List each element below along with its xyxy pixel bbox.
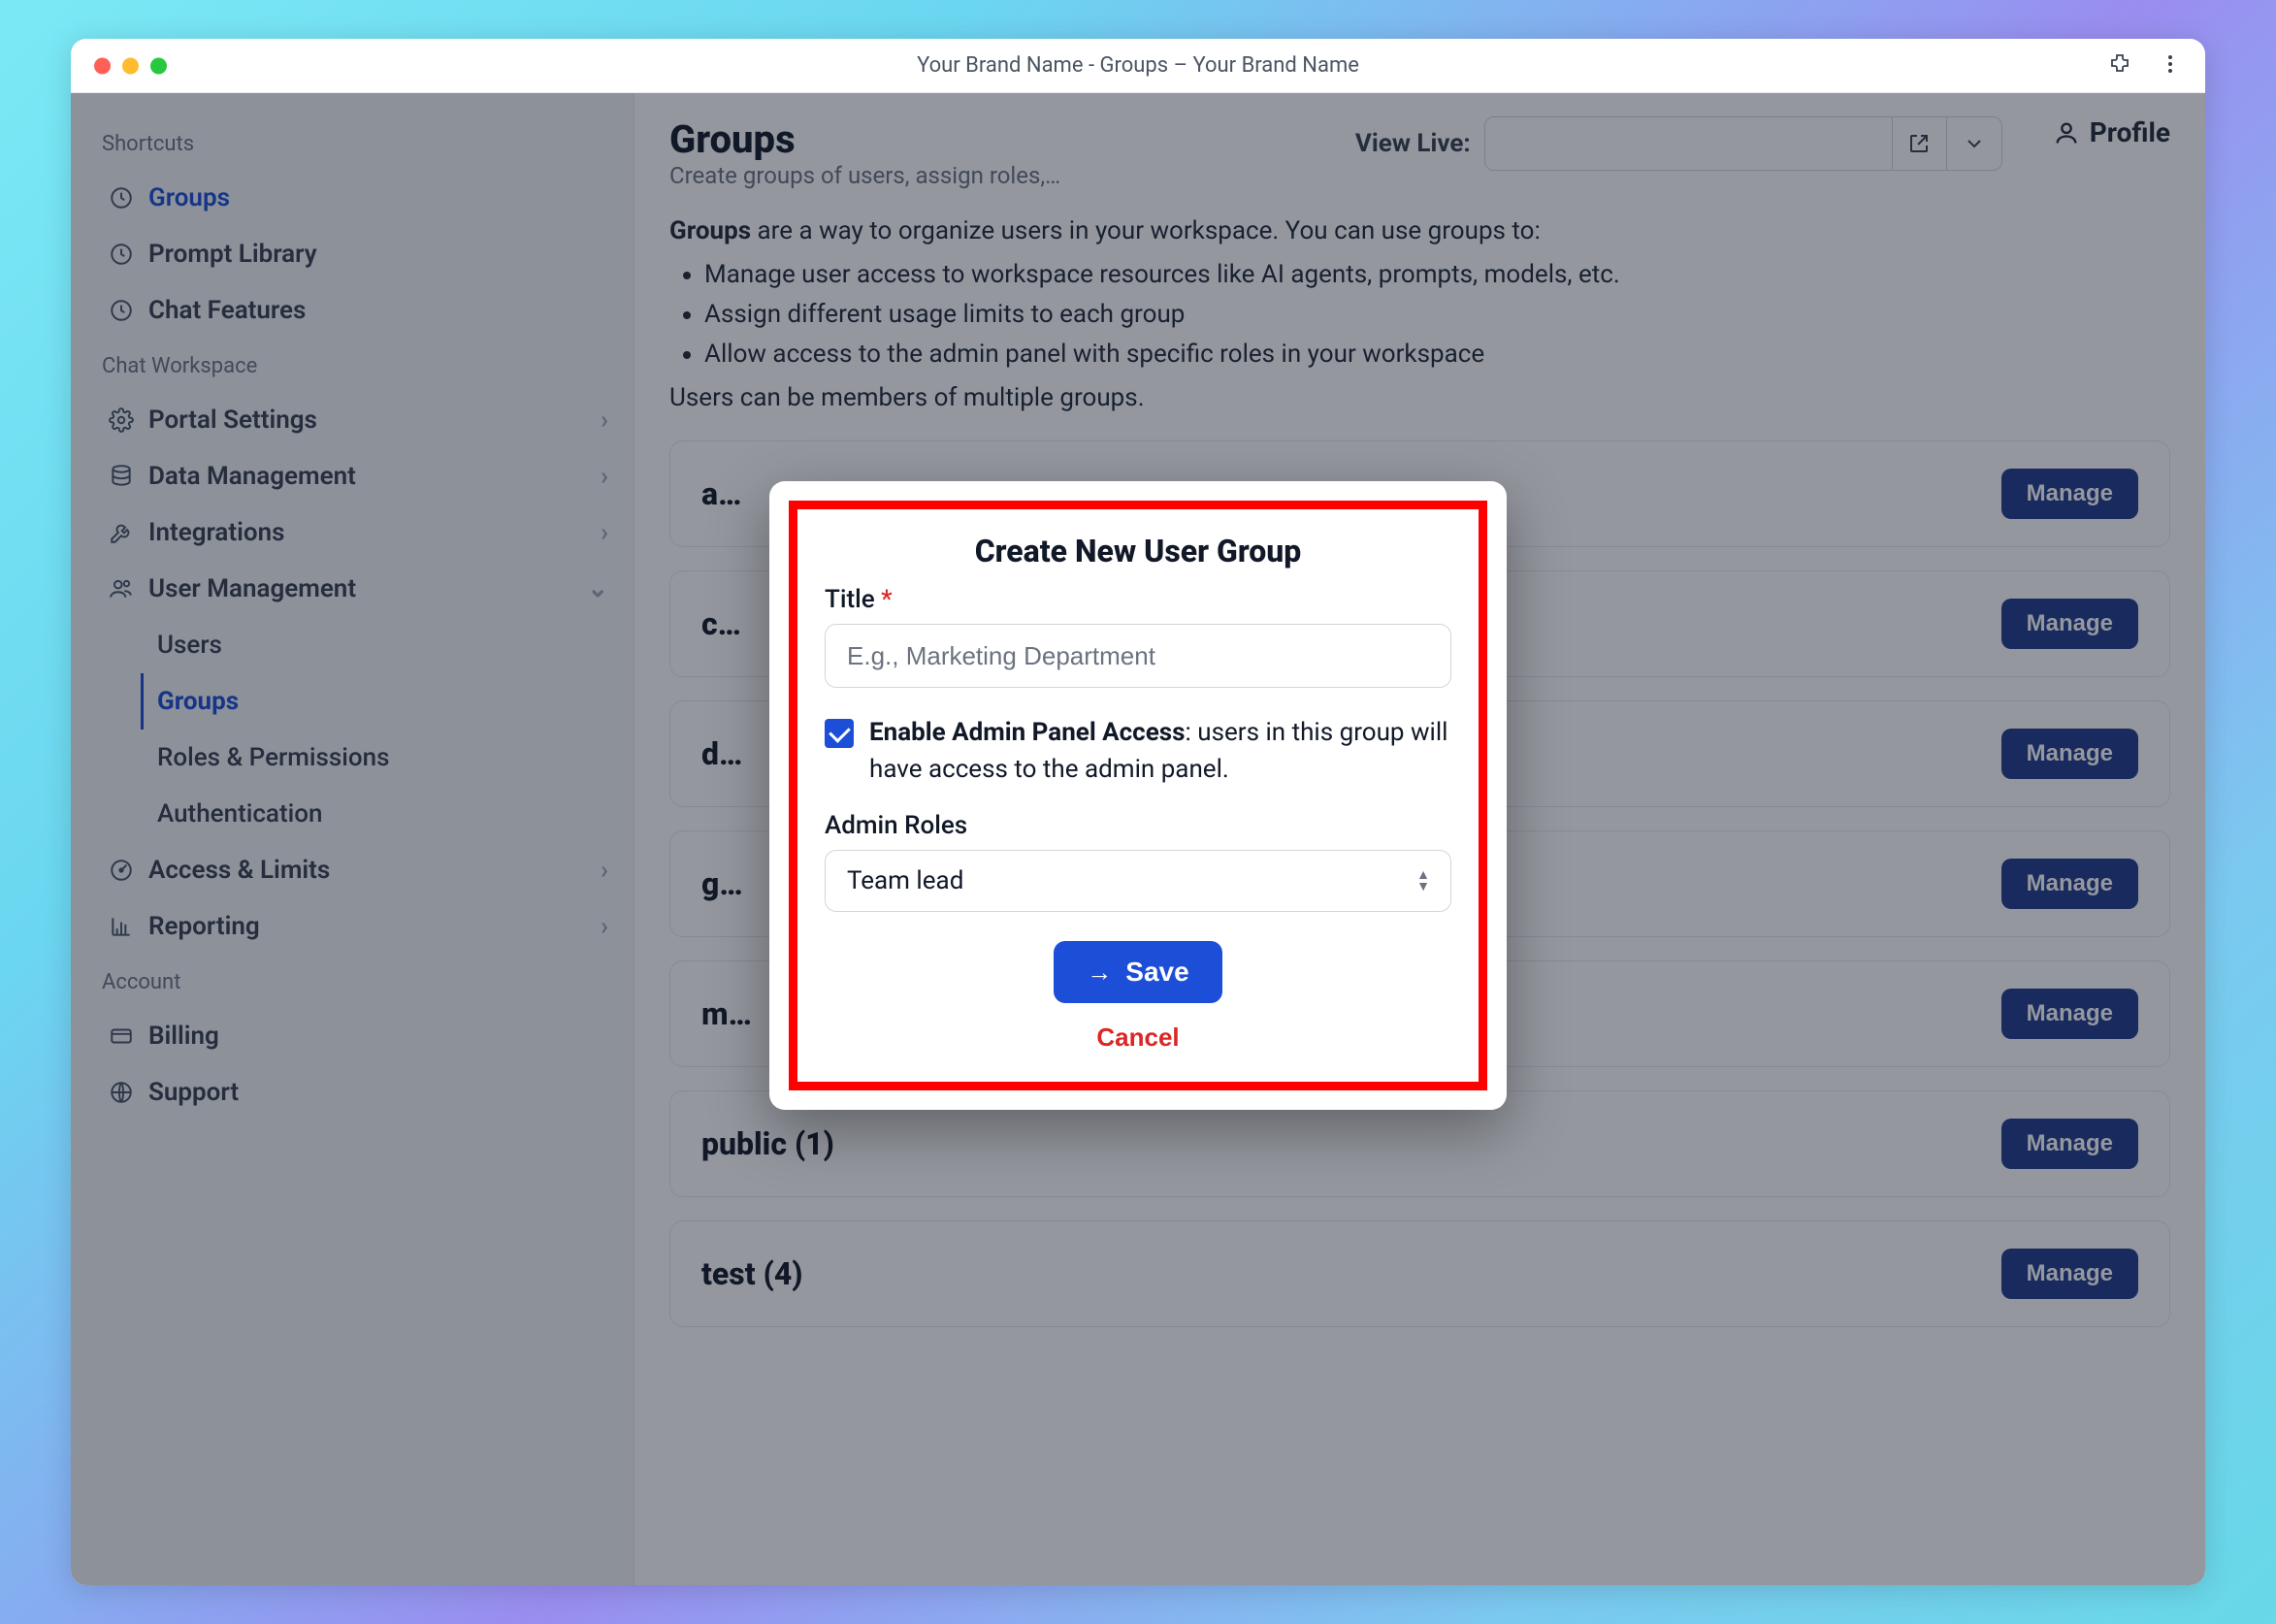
- titlebar-actions: [2108, 52, 2182, 80]
- titlebar: Your Brand Name - Groups – Your Brand Na…: [71, 39, 2205, 93]
- admin-roles-select[interactable]: Team lead: [825, 850, 1451, 912]
- extensions-icon[interactable]: [2108, 52, 2131, 80]
- select-caret-icon: ▲▼: [1416, 870, 1430, 892]
- modal-title: Create New User Group: [825, 533, 1451, 569]
- arrow-right-icon: →: [1087, 958, 1112, 988]
- group-title-input[interactable]: [825, 624, 1451, 688]
- title-field-label: Title *: [825, 585, 1451, 614]
- admin-roles-label: Admin Roles: [825, 811, 1451, 840]
- window-title: Your Brand Name - Groups – Your Brand Na…: [90, 53, 2186, 78]
- admin-access-checkbox[interactable]: [825, 719, 854, 748]
- maximize-window-icon[interactable]: [150, 57, 167, 74]
- admin-access-description: Enable Admin Panel Access: users in this…: [869, 715, 1451, 788]
- traffic-lights: [94, 57, 167, 74]
- save-button[interactable]: → Save: [1054, 941, 1221, 1003]
- admin-roles-value: Team lead: [847, 866, 963, 895]
- cancel-button[interactable]: Cancel: [1096, 1023, 1179, 1053]
- more-vert-icon[interactable]: [2159, 52, 2182, 80]
- app-window: Your Brand Name - Groups – Your Brand Na…: [71, 39, 2205, 1585]
- minimize-window-icon[interactable]: [122, 57, 139, 74]
- create-group-modal: Create New User Group Title * Enable Adm…: [769, 481, 1507, 1110]
- modal-highlight-frame: Create New User Group Title * Enable Adm…: [789, 501, 1487, 1090]
- close-window-icon[interactable]: [94, 57, 111, 74]
